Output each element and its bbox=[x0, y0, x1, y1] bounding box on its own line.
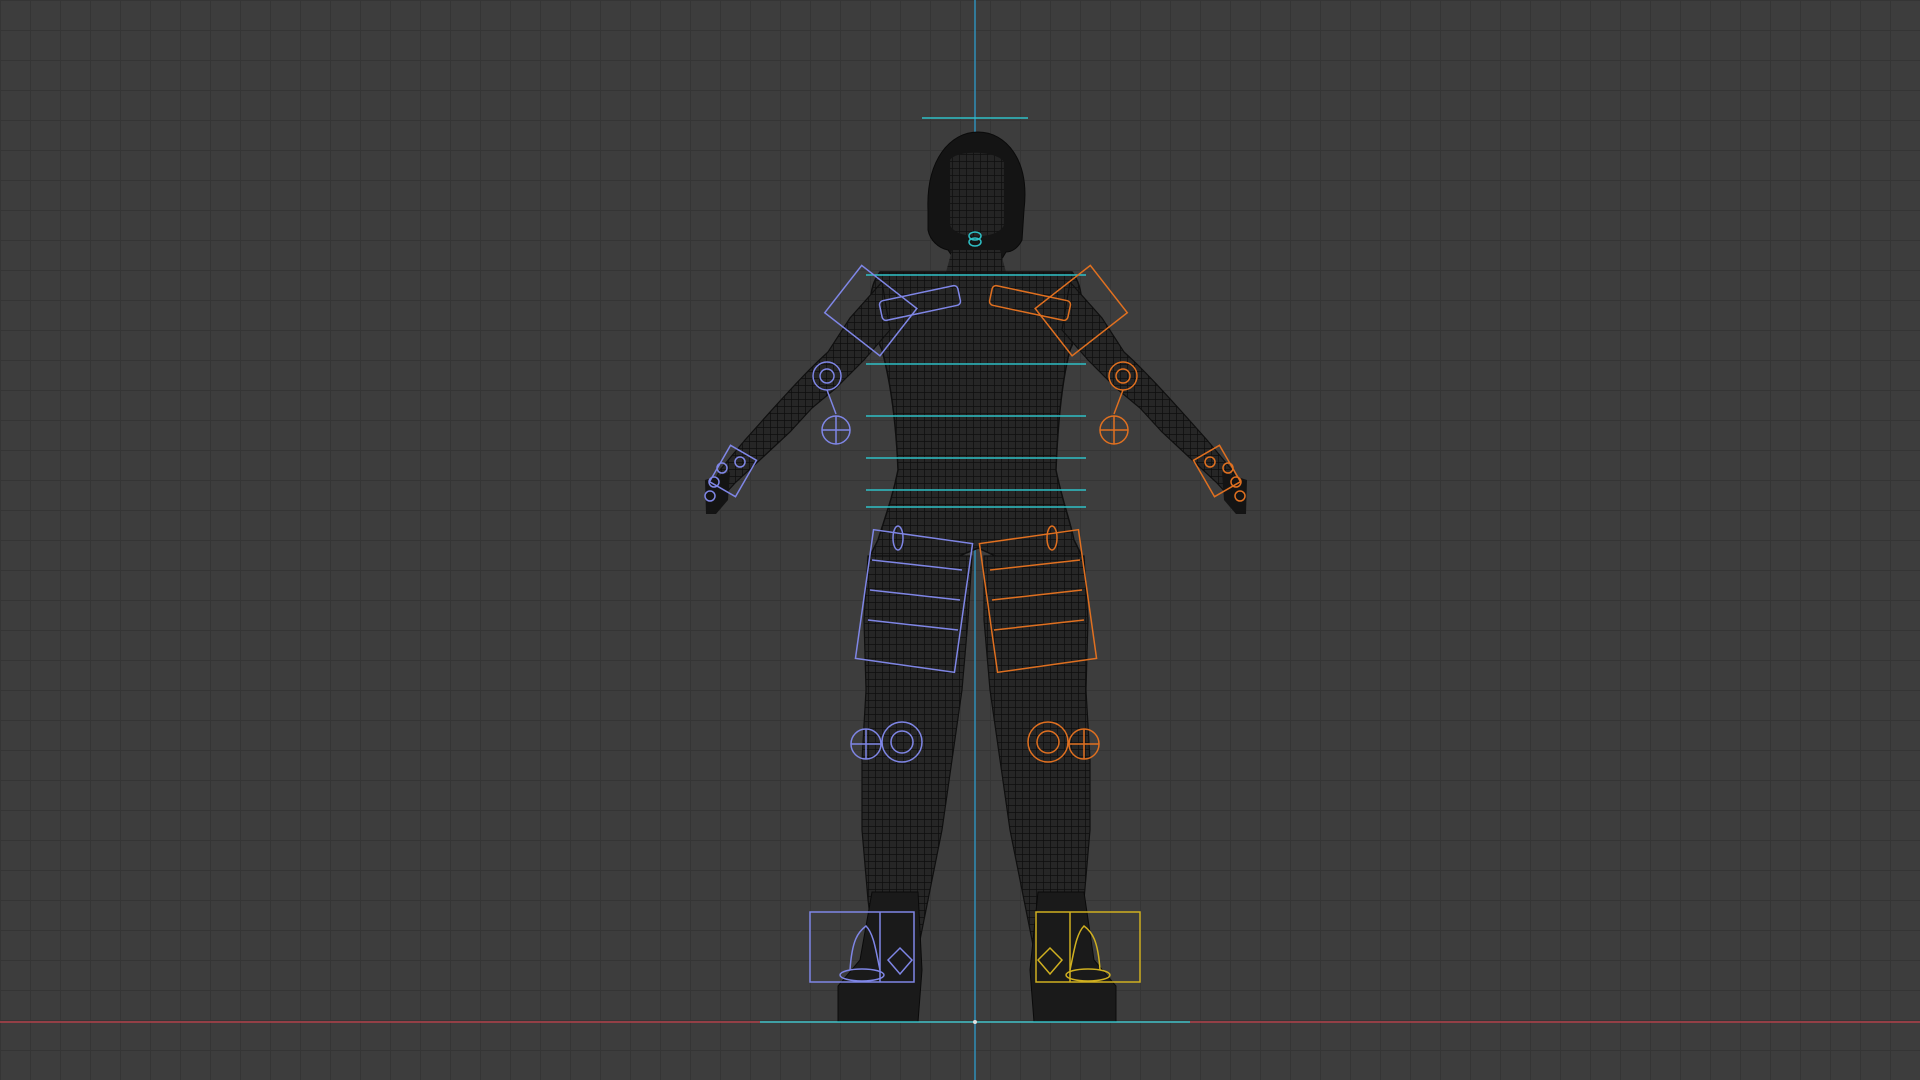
arm-mesh-left[interactable] bbox=[705, 280, 891, 509]
character-mesh[interactable] bbox=[705, 131, 1247, 1023]
viewport-scene[interactable] bbox=[0, 0, 1920, 1080]
arm-mesh-right[interactable] bbox=[1061, 280, 1247, 509]
leg-mesh-right[interactable] bbox=[983, 555, 1091, 951]
3d-viewport[interactable] bbox=[0, 0, 1920, 1080]
neck-mesh bbox=[946, 250, 1006, 272]
world-origin-marker bbox=[973, 1020, 977, 1024]
face-mesh bbox=[950, 152, 1004, 237]
